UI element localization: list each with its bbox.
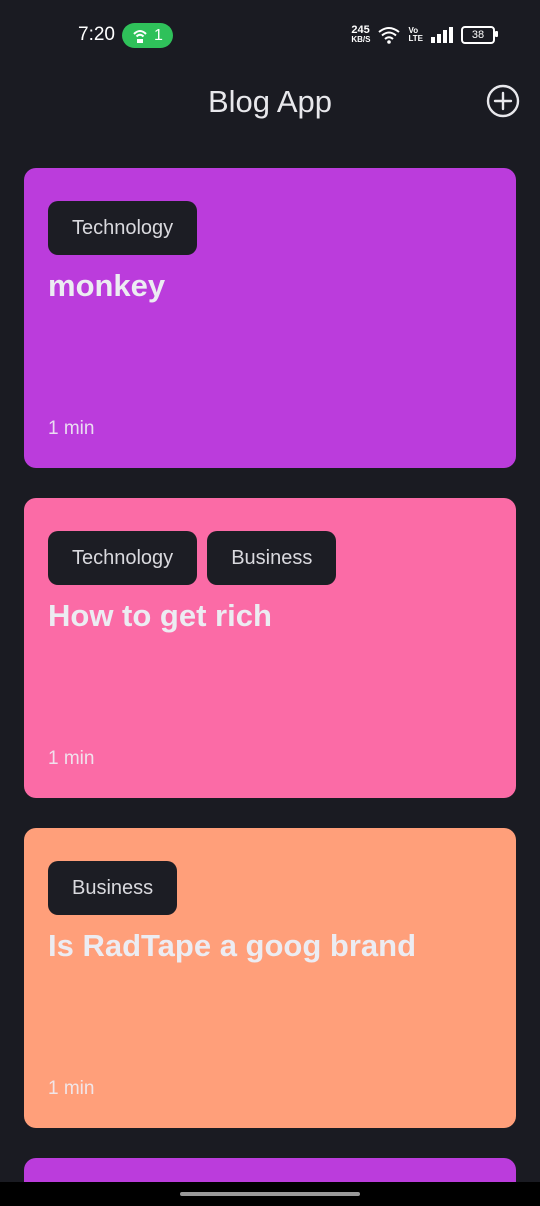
system-nav-bar (0, 1182, 540, 1206)
hotspot-indicator: 1 (122, 23, 173, 48)
post-card[interactable]: Technology monkey 1 min (24, 168, 516, 468)
add-post-button[interactable] (486, 84, 520, 118)
hotspot-count: 1 (154, 26, 163, 44)
wifi-icon (378, 27, 401, 44)
signal-icon (431, 27, 453, 43)
post-card[interactable]: Business Is RadTape a goog brand 1 min (24, 828, 516, 1128)
battery-icon: 38 (461, 26, 498, 44)
home-indicator[interactable] (180, 1192, 360, 1196)
tag-chip[interactable]: Business (207, 531, 337, 585)
post-title: How to get rich (48, 598, 272, 633)
read-time: 1 min (48, 418, 95, 439)
hotspot-icon (133, 29, 147, 43)
status-bar: 7:20 1 245 KB/S Vo LTE 38 (0, 0, 540, 70)
read-time: 1 min (48, 748, 95, 769)
network-speed: 245 KB/S (351, 24, 371, 45)
status-time: 7:20 (78, 24, 115, 45)
battery-level: 38 (471, 29, 485, 41)
post-tags: Technology Business (48, 531, 337, 585)
post-title: Is RadTape a goog brand (48, 928, 417, 963)
app-bar: Blog App (0, 70, 540, 134)
tag-chip[interactable]: Business (48, 861, 178, 915)
volte-indicator: Vo LTE (408, 26, 423, 43)
post-tags: Technology (48, 201, 198, 255)
read-time: 1 min (48, 1078, 95, 1099)
post-tags: Business (48, 861, 178, 915)
tag-chip[interactable]: Technology (48, 201, 198, 255)
post-card[interactable]: Technology Business How to get rich 1 mi… (24, 498, 516, 798)
page-title: Blog App (207, 84, 333, 119)
post-title: monkey (48, 268, 166, 303)
tag-chip[interactable]: Technology (48, 531, 198, 585)
